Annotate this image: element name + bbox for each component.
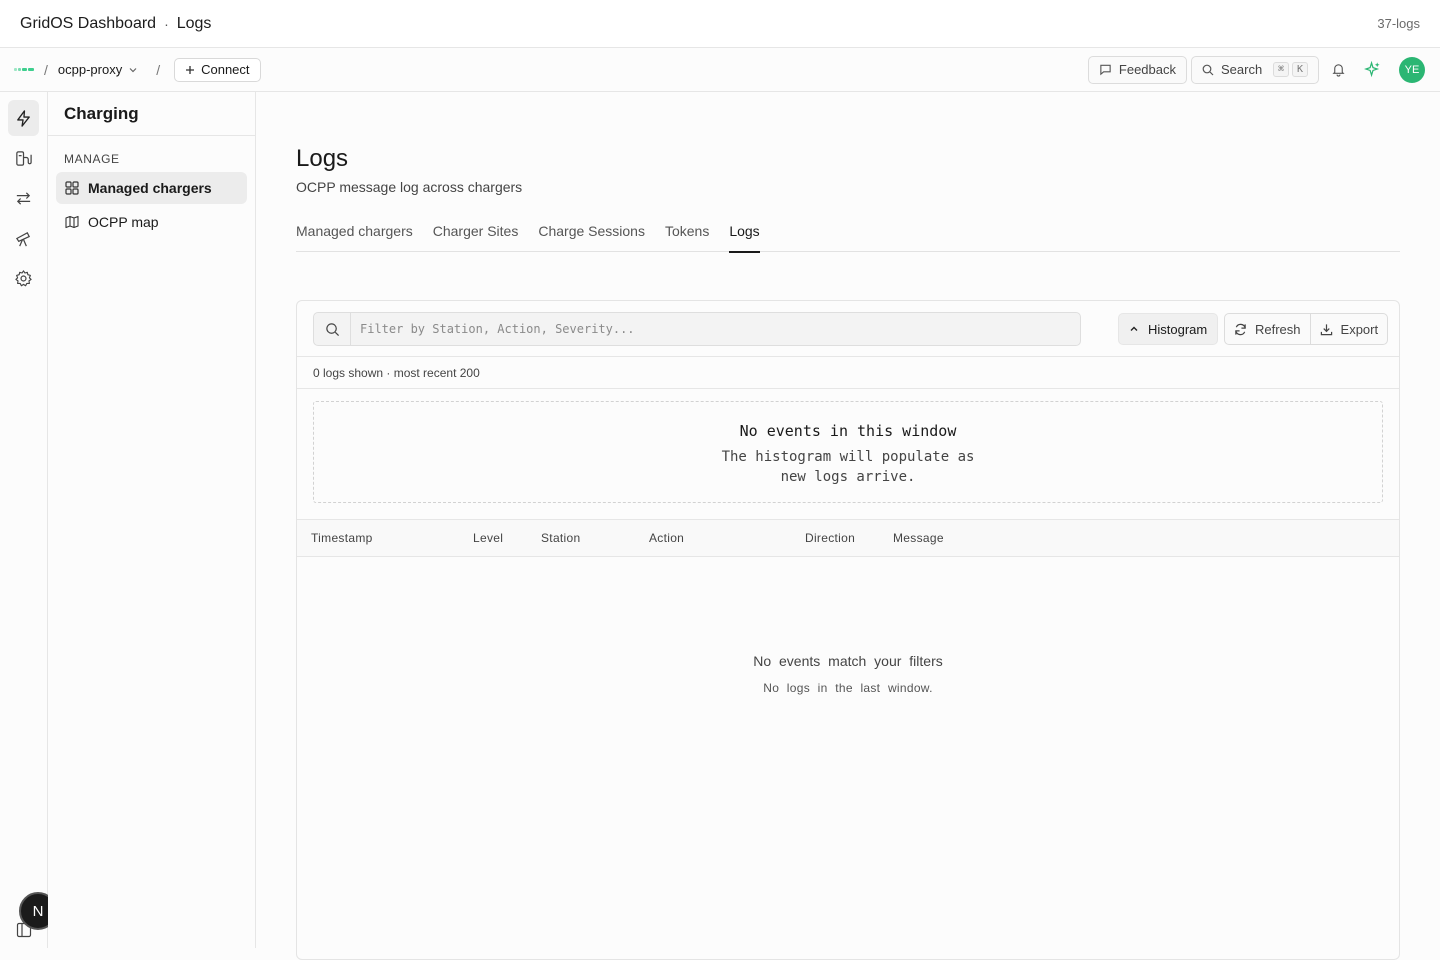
tab-logs[interactable]: Logs bbox=[729, 216, 761, 253]
histogram-empty-state: No events in this window The histogram w… bbox=[313, 401, 1383, 503]
search-icon bbox=[314, 313, 351, 345]
assistant-button[interactable] bbox=[1357, 56, 1387, 84]
icon-rail bbox=[0, 92, 48, 948]
empty-state-title: No events match your filters bbox=[753, 653, 943, 669]
column-header-direction[interactable]: Direction bbox=[805, 531, 855, 545]
plus-icon bbox=[186, 65, 195, 74]
tab-charge-sessions[interactable]: Charge Sessions bbox=[538, 216, 645, 252]
rail-settings-button[interactable] bbox=[8, 260, 39, 296]
histogram-empty-body: The histogram will populate as new logs … bbox=[721, 449, 975, 485]
export-label: Export bbox=[1340, 321, 1379, 337]
sidebar-title: Charging bbox=[48, 92, 255, 136]
map-icon bbox=[65, 215, 79, 229]
project-name: ocpp-proxy bbox=[57, 62, 123, 77]
sidebar-item-label: OCPP map bbox=[88, 214, 159, 230]
section-sidebar: Charging MANAGE Managed chargers OCPP ma… bbox=[48, 92, 256, 948]
sidebar-item-label: Managed chargers bbox=[88, 180, 212, 196]
download-icon bbox=[1320, 323, 1332, 335]
logs-count: 0 logs shown · most recent 200 bbox=[297, 356, 1399, 389]
window-titlebar: GridOS Dashboard · Logs 37-logs bbox=[0, 0, 1440, 48]
breadcrumb-separator: / bbox=[44, 61, 48, 78]
search-button[interactable]: Search ⌘ K bbox=[1191, 55, 1319, 84]
histogram-label: Histogram bbox=[1148, 321, 1208, 337]
action-button-group: Refresh Export bbox=[1224, 313, 1389, 345]
search-icon bbox=[1202, 64, 1214, 75]
table-header: Timestamp Level Station Action Direction… bbox=[297, 519, 1399, 557]
page-subtitle: OCPP message log across chargers bbox=[296, 179, 523, 195]
title-separator: · bbox=[164, 15, 169, 32]
rail-transfer-button[interactable] bbox=[8, 180, 39, 216]
charger-plug-icon bbox=[16, 150, 32, 166]
telescope-icon bbox=[15, 231, 31, 246]
tab-managed-chargers[interactable]: Managed chargers bbox=[296, 216, 413, 252]
rail-telescope-button[interactable] bbox=[8, 220, 39, 256]
connect-button[interactable]: Connect bbox=[174, 57, 261, 82]
histogram-empty-title: No events in this window bbox=[739, 422, 957, 440]
window-label: 37-logs bbox=[1377, 16, 1420, 31]
top-navigation-bar: / ocpp-proxy / Connect Feedback Search ⌘… bbox=[0, 48, 1440, 92]
breadcrumb-separator: / bbox=[156, 61, 161, 78]
sparkle-icon bbox=[1363, 61, 1380, 78]
logs-toolbar: Histogram Refresh Export bbox=[313, 311, 1389, 347]
feedback-button[interactable]: Feedback bbox=[1087, 55, 1187, 84]
search-label: Search bbox=[1221, 62, 1263, 77]
column-header-level[interactable]: Level bbox=[473, 531, 503, 545]
refresh-icon bbox=[1235, 323, 1246, 335]
column-header-action[interactable]: Action bbox=[649, 531, 684, 545]
tab-charger-sites[interactable]: Charger Sites bbox=[433, 216, 519, 252]
column-header-message[interactable]: Message bbox=[893, 531, 944, 545]
refresh-label: Refresh bbox=[1255, 321, 1301, 337]
connect-label: Connect bbox=[201, 62, 250, 77]
tab-bar: Managed chargers Charger Sites Charge Se… bbox=[296, 216, 1400, 253]
user-avatar[interactable]: YE bbox=[1399, 56, 1425, 83]
rail-chargers-button[interactable] bbox=[8, 140, 39, 176]
empty-state-body: No logs in the last window. bbox=[763, 681, 933, 695]
tab-tokens[interactable]: Tokens bbox=[665, 216, 709, 252]
grid-icon bbox=[65, 181, 79, 195]
brand-logo-icon[interactable] bbox=[14, 68, 34, 71]
sidebar-section-label: MANAGE bbox=[64, 152, 120, 166]
table-empty-state: No events match your filters No logs in … bbox=[297, 653, 1399, 695]
app-title: GridOS Dashboard bbox=[20, 14, 157, 32]
search-shortcut: ⌘ K bbox=[1272, 62, 1308, 77]
refresh-button[interactable]: Refresh bbox=[1225, 314, 1310, 344]
export-button[interactable]: Export bbox=[1309, 314, 1388, 344]
chevron-up-icon bbox=[1130, 326, 1138, 331]
project-selector[interactable]: ocpp-proxy bbox=[58, 62, 138, 77]
sidebar-item-managed-chargers[interactable]: Managed chargers bbox=[56, 172, 247, 204]
chevron-down-icon bbox=[129, 67, 137, 72]
main-content: Logs OCPP message log across chargers Ma… bbox=[256, 92, 1440, 960]
rail-charging-button[interactable] bbox=[8, 100, 39, 136]
filter-input[interactable] bbox=[351, 322, 1051, 336]
transfer-arrows-icon bbox=[16, 191, 31, 205]
notifications-button[interactable] bbox=[1323, 56, 1353, 84]
histogram-toggle-button[interactable]: Histogram bbox=[1118, 313, 1219, 345]
message-icon bbox=[1100, 64, 1111, 76]
feedback-label: Feedback bbox=[1118, 62, 1176, 77]
page-name: Logs bbox=[176, 14, 212, 32]
column-header-timestamp[interactable]: Timestamp bbox=[311, 531, 373, 545]
logs-panel: Histogram Refresh Export 0 logs shown · … bbox=[296, 300, 1400, 960]
column-header-station[interactable]: Station bbox=[541, 531, 580, 545]
page-title: Logs bbox=[296, 145, 349, 172]
bell-icon bbox=[1331, 64, 1345, 77]
filter-field[interactable] bbox=[313, 312, 1081, 346]
sidebar-item-ocpp-map[interactable]: OCPP map bbox=[56, 206, 247, 238]
lightning-icon bbox=[17, 109, 30, 127]
settings-gear-icon bbox=[15, 269, 32, 286]
